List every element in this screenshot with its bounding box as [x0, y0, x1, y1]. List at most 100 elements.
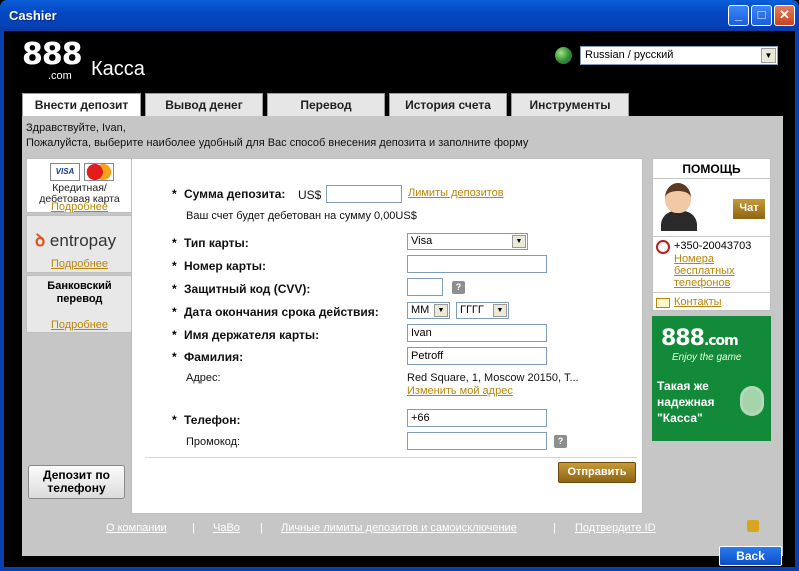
- cvv-input[interactable]: [407, 278, 443, 296]
- chat-button[interactable]: Чат: [733, 199, 765, 219]
- required-mark: *: [172, 305, 177, 319]
- title-bar: Cashier _ □ ✕: [0, 0, 799, 31]
- language-value: Russian / русский: [585, 49, 674, 61]
- required-mark: *: [172, 413, 177, 427]
- chevron-down-icon[interactable]: ▼: [434, 304, 448, 317]
- mastercard-icon: [84, 163, 114, 181]
- chevron-down-icon[interactable]: ▼: [493, 304, 507, 317]
- address-value: Red Square, 1, Moscow 20150, T...: [407, 372, 579, 384]
- phone-input[interactable]: [407, 409, 547, 427]
- promo-code-label: Промокод:: [186, 436, 241, 448]
- phone-label: Телефон:: [184, 413, 241, 427]
- mail-icon: [656, 298, 670, 308]
- language-select[interactable]: Russian / русский ▼: [580, 46, 778, 65]
- contacts-link[interactable]: Контакты: [674, 296, 722, 308]
- footer-link-verify-id[interactable]: Подтвердите ID: [575, 522, 656, 534]
- tab-history[interactable]: История счета: [389, 93, 507, 116]
- divider: [653, 292, 770, 293]
- footer-separator: |: [553, 522, 556, 534]
- change-address-link[interactable]: Изменить мой адрес: [407, 385, 513, 397]
- free-numbers-link[interactable]: Номера бесплатных телефонов: [674, 253, 735, 289]
- holder-name-label: Имя держателя карты:: [184, 328, 320, 342]
- greeting-line-2: Пожалуйста, выберите наиболее удобный дл…: [26, 137, 529, 149]
- promo-code-input[interactable]: [407, 432, 547, 450]
- help-icon[interactable]: ?: [554, 435, 567, 448]
- back-button[interactable]: Back: [719, 546, 782, 566]
- card-number-input[interactable]: [407, 255, 547, 273]
- window-frame-right: [795, 31, 799, 571]
- surname-label: Фамилия:: [184, 350, 244, 364]
- expiry-month-value: ММ: [411, 304, 430, 316]
- required-mark: *: [172, 350, 177, 364]
- expiry-year-select[interactable]: ГГГГ ▼: [456, 302, 509, 319]
- footer-link-faq[interactable]: ЧаВо: [213, 522, 240, 534]
- minimize-button[interactable]: _: [728, 5, 749, 26]
- divider: [653, 178, 770, 179]
- entropay-logo-text: entropay: [49, 231, 117, 250]
- footer-link-about[interactable]: О компании: [106, 522, 167, 534]
- promo-brand-number: 888: [661, 326, 705, 351]
- more-link[interactable]: Подробнее: [27, 201, 132, 213]
- debit-note: Ваш счет будет дебетован на сумму 0,00US…: [186, 210, 417, 222]
- promo-banner[interactable]: 888.com Enjoy the game Такая же надежная…: [652, 316, 771, 441]
- method-label-line: Банковский: [47, 280, 112, 292]
- page-title: Касса: [91, 58, 145, 80]
- tab-deposit[interactable]: Внести депозит: [22, 93, 141, 117]
- chevron-down-icon[interactable]: ▼: [761, 48, 776, 63]
- currency-label: US$: [298, 188, 322, 202]
- more-link[interactable]: Подробнее: [27, 258, 132, 270]
- form-divider: [145, 457, 637, 458]
- footer-separator: |: [260, 522, 263, 534]
- amount-input[interactable]: [326, 185, 402, 203]
- window-frame-bottom: [0, 567, 799, 571]
- window-title: Cashier: [9, 8, 57, 23]
- phone-icon: [656, 240, 670, 254]
- required-mark: *: [172, 236, 177, 250]
- method-bank-transfer[interactable]: Банковский перевод Подробнее: [26, 275, 133, 333]
- help-icon[interactable]: ?: [452, 281, 465, 294]
- help-panel: ПОМОЩЬ Чат +350-20043703 Номера бесплатн…: [652, 158, 771, 311]
- expiry-label: Дата окончания срока действия:: [184, 305, 379, 319]
- agent-body: [661, 211, 697, 231]
- method-label: Банковский перевод: [27, 280, 132, 306]
- close-button[interactable]: ✕: [774, 5, 795, 26]
- address-label: Адрес:: [186, 372, 221, 384]
- expiry-year-value: ГГГГ: [460, 304, 484, 316]
- support-agent-image: [659, 181, 699, 231]
- free-numbers-line[interactable]: телефонов: [674, 277, 735, 289]
- tab-withdraw[interactable]: Вывод денег: [145, 93, 263, 116]
- promo-text: Такая же надежная "Касса": [657, 378, 715, 426]
- card-number-label: Номер карты:: [184, 259, 267, 273]
- surname-input[interactable]: [407, 347, 547, 365]
- method-entropay[interactable]: ꝺ entropay Подробнее: [26, 215, 133, 273]
- lock-icon: [747, 520, 759, 532]
- divider: [653, 236, 770, 237]
- card-type-select[interactable]: Visa ▼: [407, 233, 528, 250]
- free-numbers-line[interactable]: Номера: [674, 253, 735, 265]
- brand-logo: 888 .com: [22, 40, 83, 83]
- free-numbers-line[interactable]: бесплатных: [674, 265, 735, 277]
- holder-name-input[interactable]: [407, 324, 547, 342]
- deposit-limits-link[interactable]: Лимиты депозитов: [408, 187, 504, 199]
- greeting: Здравствуйте, Ivan, Пожалуйста, выберите…: [26, 121, 528, 151]
- chevron-down-icon[interactable]: ▼: [512, 235, 526, 248]
- method-credit-card[interactable]: VISA Кредитная/ дебетовая карта Подробне…: [26, 158, 133, 213]
- tab-tools[interactable]: Инструменты: [511, 93, 629, 116]
- support-phone: +350-20043703: [674, 240, 752, 252]
- submit-button[interactable]: Отправить: [558, 462, 636, 483]
- amount-label: Сумма депозита:: [184, 187, 286, 201]
- globe-icon: [555, 47, 572, 64]
- phone-deposit-line: телефону: [47, 481, 106, 495]
- promo-brand: 888.com: [661, 326, 739, 351]
- footer-link-limits[interactable]: Личные лимиты депозитов и самоисключение: [281, 522, 517, 534]
- more-link[interactable]: Подробнее: [27, 319, 132, 331]
- expiry-month-select[interactable]: ММ ▼: [407, 302, 450, 319]
- promo-text-line: надежная: [657, 395, 715, 409]
- required-mark: *: [172, 328, 177, 342]
- phone-deposit-button[interactable]: Депозит по телефону: [28, 465, 125, 499]
- promo-tagline: Enjoy the game: [672, 352, 742, 363]
- lock-icon: [740, 386, 764, 416]
- tab-transfer[interactable]: Перевод: [267, 93, 385, 116]
- maximize-button[interactable]: □: [751, 5, 772, 26]
- cvv-label: Защитный код (CVV):: [184, 282, 311, 296]
